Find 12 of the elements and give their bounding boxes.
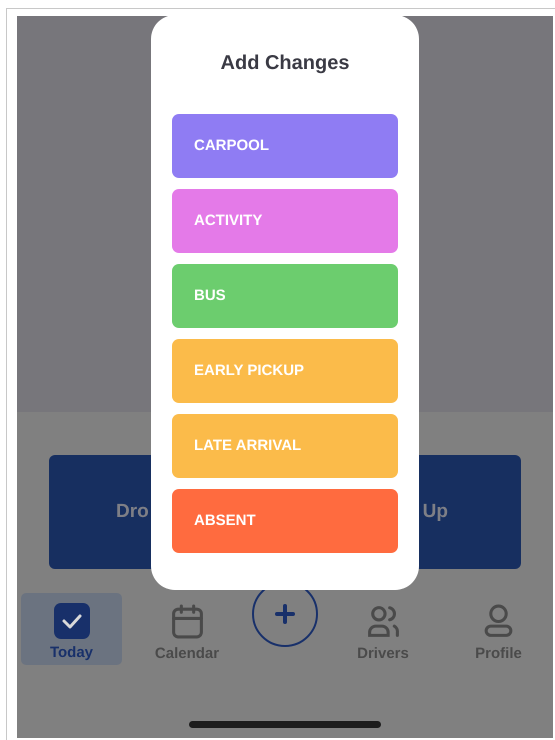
option-button[interactable]: LATE ARRIVAL [172,414,398,478]
option-button[interactable]: ACTIVITY [172,189,398,253]
option-button[interactable]: BUS [172,264,398,328]
card-label: Dro [116,500,149,524]
modal-title: Add Changes [220,51,350,76]
nav-tab[interactable]: Today [21,593,122,665]
plus-icon [275,604,295,624]
checkbox-icon [54,603,90,639]
card-label: Up [422,500,448,524]
option-button[interactable]: EARLY PICKUP [172,339,398,403]
option-button[interactable]: CARPOOL [172,114,398,178]
option-button[interactable]: ABSENT [172,489,398,553]
